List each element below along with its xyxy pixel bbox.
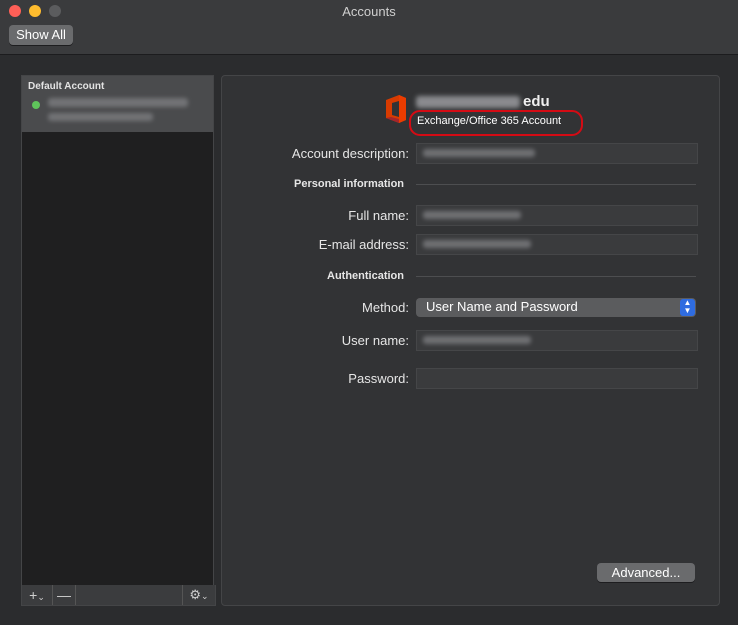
window-titlebar: Accounts Show All (0, 0, 738, 55)
password-label: Password: (348, 371, 409, 386)
personal-information-heading: Personal information (294, 178, 405, 190)
account-title: edu (416, 93, 550, 110)
full-name-label: Full name: (348, 208, 409, 223)
chevron-down-icon: ⌄ (201, 591, 209, 601)
account-title-suffix: edu (523, 93, 550, 110)
authentication-heading: Authentication (327, 270, 404, 282)
full-name-field[interactable] (416, 205, 698, 226)
redacted-value (423, 240, 531, 248)
section-divider (416, 184, 696, 185)
email-address-label: E-mail address: (318, 237, 409, 252)
authentication-method-select[interactable]: User Name and Password ▲ ▼ (416, 298, 696, 317)
redacted-account-domain (416, 96, 520, 109)
select-arrows-icon: ▲ ▼ (680, 299, 695, 316)
chevron-down-icon: ⌄ (37, 592, 45, 602)
account-description-label: Account description: (291, 146, 409, 161)
user-name-label: User name: (341, 333, 409, 348)
window-title: Accounts (342, 4, 396, 19)
section-divider (416, 276, 696, 277)
redacted-account-email (48, 113, 153, 121)
minus-icon: — (57, 587, 71, 603)
redacted-account-name (48, 98, 188, 107)
online-status-icon (32, 101, 40, 109)
office-logo-icon (386, 95, 406, 123)
add-account-button[interactable]: +⌄ (22, 585, 53, 605)
account-list: Default Account (21, 75, 214, 587)
show-all-button[interactable]: Show All (9, 25, 73, 45)
advanced-button[interactable]: Advanced... (597, 563, 695, 582)
redacted-value (423, 336, 531, 344)
account-description-field[interactable] (416, 143, 698, 164)
method-label: Method: (362, 300, 409, 315)
redacted-value (423, 149, 535, 157)
account-actions-button[interactable]: ⚙⌄ (182, 585, 215, 605)
email-address-field[interactable] (416, 234, 698, 255)
redacted-value (423, 211, 521, 219)
account-list-item[interactable]: Default Account (22, 76, 213, 132)
gear-icon: ⚙ (189, 587, 202, 602)
method-selected-value: User Name and Password (426, 299, 578, 314)
user-name-field[interactable] (416, 330, 698, 351)
account-list-toolbar: +⌄ — ⚙⌄ (21, 585, 216, 606)
annotation-highlight (409, 110, 583, 136)
password-field[interactable] (416, 368, 698, 389)
remove-account-button[interactable]: — (53, 585, 76, 605)
default-account-label: Default Account (28, 81, 105, 92)
